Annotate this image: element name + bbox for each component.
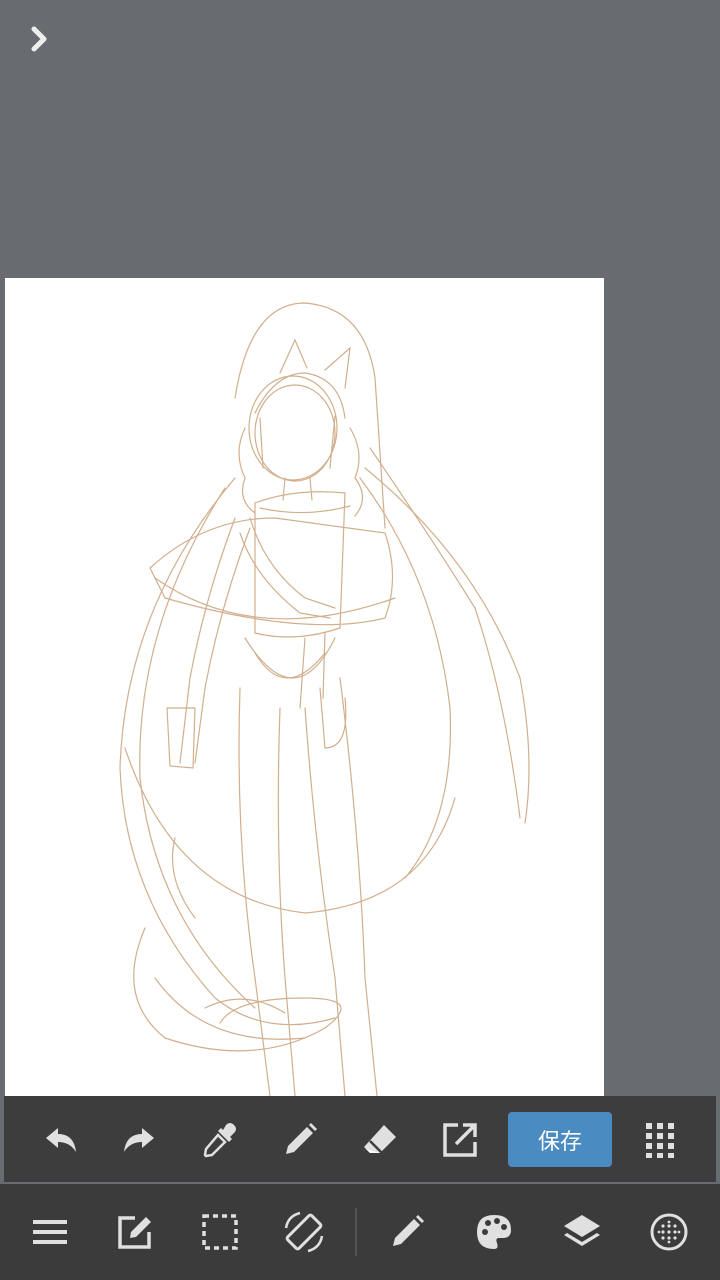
more-tools-button[interactable] [638,1118,682,1162]
expand-panel-button[interactable] [22,22,58,58]
redo-button[interactable] [118,1118,162,1162]
palette-icon [477,1215,511,1249]
external-link-icon [443,1123,477,1157]
eyedropper-button[interactable] [198,1118,242,1162]
eraser-button[interactable] [358,1118,402,1162]
menu-button[interactable] [28,1210,72,1254]
chevron-right-icon [31,26,47,52]
save-button[interactable]: 保存 [508,1112,612,1167]
transform-button[interactable] [438,1118,482,1162]
sketch-artwork [119,302,530,1096]
pen-icon [286,1123,317,1154]
grid-dots-icon [646,1123,674,1158]
rotate-screen-icon [284,1211,324,1253]
eraser-icon [364,1125,396,1154]
undo-icon [46,1128,76,1152]
menu-icon [33,1220,67,1244]
drawing-canvas[interactable] [5,278,604,1096]
material-button[interactable] [647,1210,691,1254]
layers-icon [564,1215,600,1246]
undo-button[interactable] [38,1118,82,1162]
selection-button[interactable] [198,1210,242,1254]
material-icon [650,1213,688,1251]
tool-toolbar: 保存 [4,1096,716,1182]
main-toolbar [0,1184,720,1280]
edit-button[interactable] [113,1210,157,1254]
brush-button[interactable] [385,1210,429,1254]
toolbar-divider [355,1208,357,1256]
eyedropper-icon [203,1123,236,1158]
brush-icon [393,1215,424,1246]
pen-button[interactable] [278,1118,322,1162]
edit-icon [118,1216,151,1249]
rotate-screen-button[interactable] [282,1210,326,1254]
layers-button[interactable] [560,1210,604,1254]
selection-icon [202,1214,238,1250]
palette-button[interactable] [472,1210,516,1254]
redo-icon [124,1128,154,1152]
